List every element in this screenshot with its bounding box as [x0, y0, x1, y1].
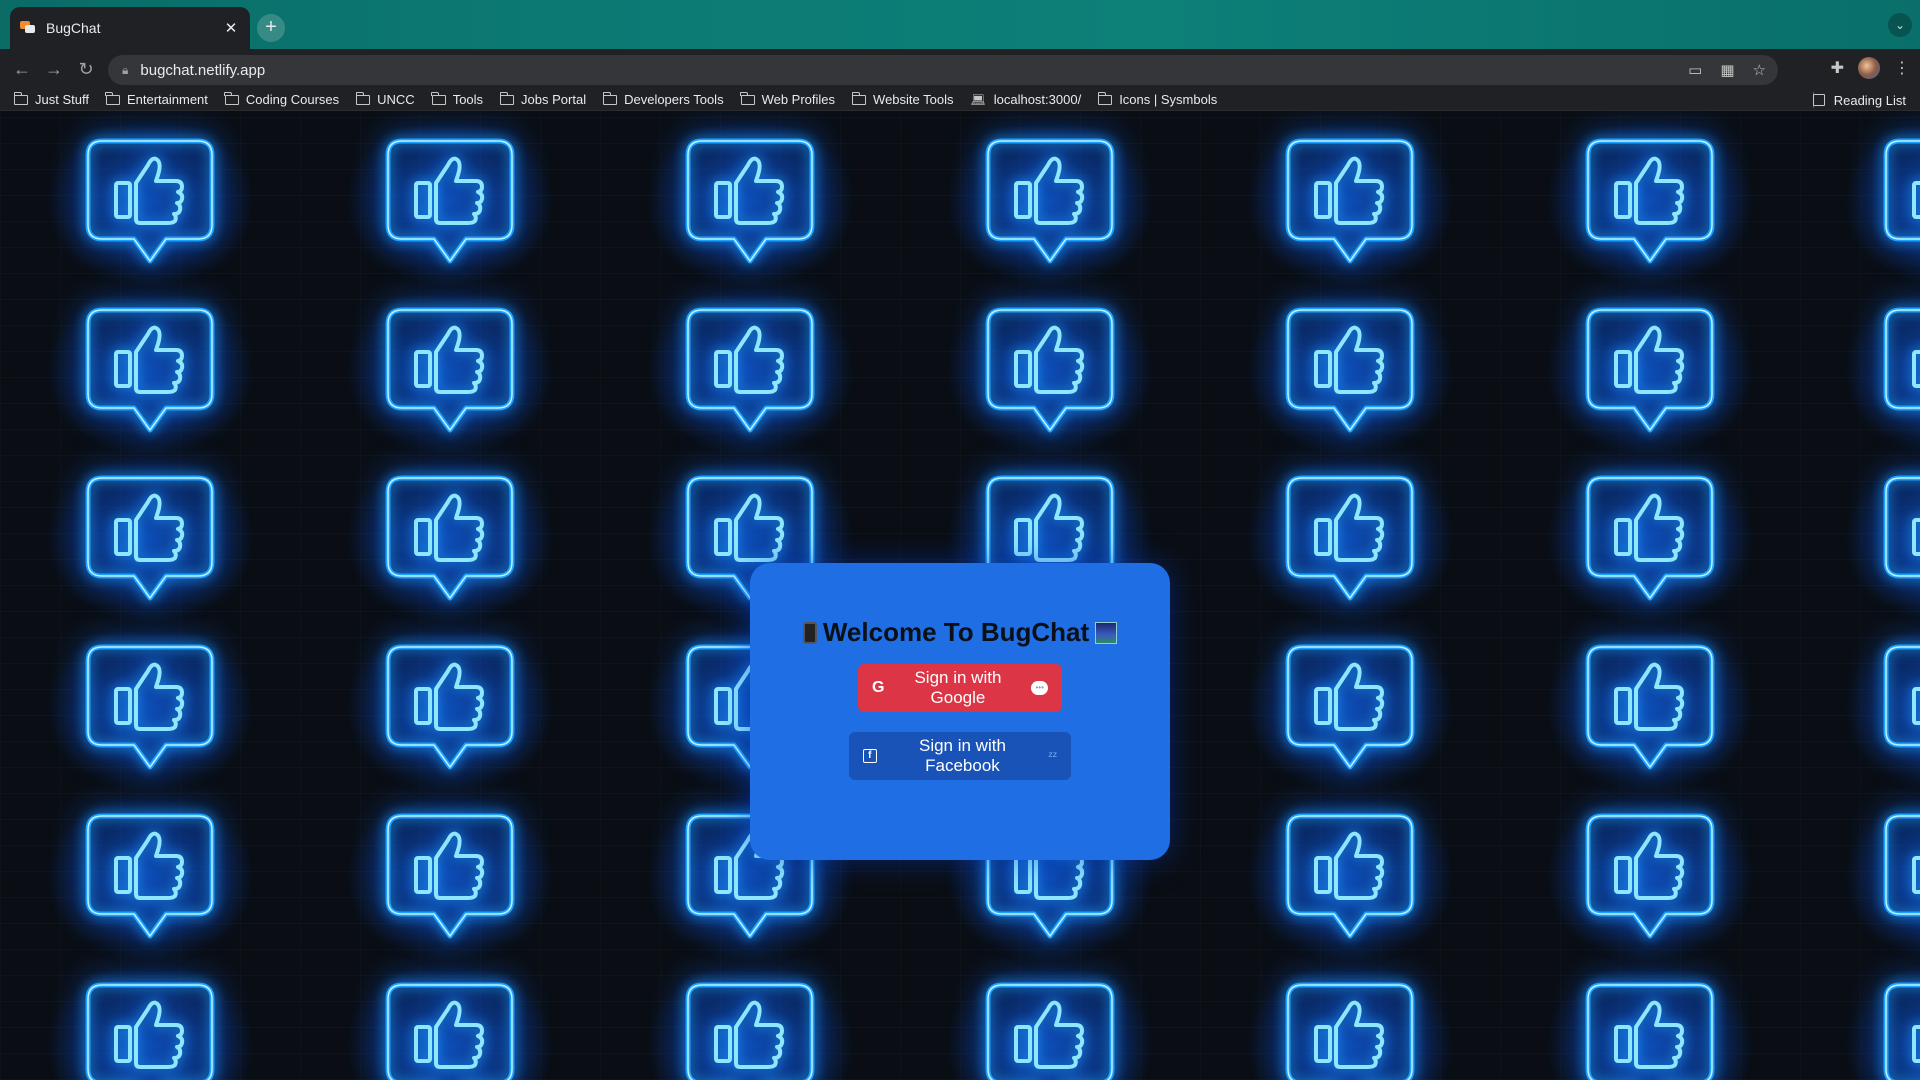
folder-icon [355, 91, 371, 105]
back-arrow-icon[interactable]: ← [10, 57, 34, 81]
page-background: Welcome To BugChat G Sign in with Google… [0, 111, 1920, 1080]
bookmark-entertainment[interactable]: Entertainment [105, 91, 208, 107]
neon-thumbs-up-icon [382, 979, 518, 1080]
lock-icon: 🔒︎ [122, 62, 129, 77]
cast-icon[interactable]: ▭ [1688, 61, 1702, 79]
folder-icon [13, 91, 28, 105]
neon-thumbs-up-icon [1282, 472, 1418, 604]
bookmark-web-profiles[interactable]: Web Profiles [740, 91, 835, 107]
extensions-puzzle-icon[interactable]: ✚ [1831, 58, 1844, 78]
folder-icon [851, 91, 867, 105]
bookmarks-bar: Just Stuff Entertainment Coding Courses … [0, 89, 1920, 111]
neon-thumbs-up-icon [382, 810, 518, 942]
neon-thumbs-up-icon [982, 979, 1118, 1080]
neon-thumbs-up-icon [82, 135, 218, 267]
neon-thumbs-up-icon [1282, 810, 1418, 942]
neon-thumbs-up-icon [82, 304, 218, 436]
neon-thumbs-up-icon [1582, 472, 1718, 604]
facebook-icon: f [863, 749, 877, 763]
login-card: Welcome To BugChat G Sign in with Google… [750, 563, 1170, 860]
neon-thumbs-up-icon [1582, 304, 1718, 436]
folder-icon [602, 91, 618, 105]
bookmark-tools[interactable]: Tools [431, 91, 483, 107]
neon-thumbs-up-icon [1880, 472, 1920, 604]
bookmark-icons-symbols[interactable]: Icons | Sysmbols [1097, 91, 1217, 107]
bookmark-uncc[interactable]: UNCC [355, 91, 415, 107]
folder-icon [224, 91, 239, 105]
neon-thumbs-up-icon [682, 304, 818, 436]
neon-thumbs-up-icon [82, 641, 218, 773]
neon-thumbs-up-icon [1880, 641, 1920, 773]
neon-thumbs-up-icon [82, 810, 218, 942]
neon-thumbs-up-icon [1582, 135, 1718, 267]
laptop-icon: 💻︎ [970, 92, 986, 107]
menu-kebab-icon[interactable]: ⋮ [1894, 58, 1910, 78]
facebook-button-label: Sign in with Facebook [918, 736, 1006, 775]
bugchat-favicon-icon [20, 21, 35, 33]
speech-bubble-icon: ••• [1031, 681, 1048, 695]
folder-icon [1097, 91, 1113, 105]
sign-in-facebook-button[interactable]: f Sign in with Facebook ᶻᶻ [849, 732, 1071, 780]
star-bookmark-icon[interactable]: ☆ [1753, 61, 1766, 79]
folder-icon [740, 91, 755, 105]
neon-thumbs-up-icon [1880, 304, 1920, 436]
neon-thumbs-up-icon [1282, 135, 1418, 267]
avatar[interactable] [1858, 57, 1880, 79]
night-city-emoji-icon [1095, 621, 1118, 644]
folder-icon [431, 91, 446, 105]
neon-thumbs-up-icon [382, 641, 518, 773]
bookmark-just-stuff[interactable]: Just Stuff [13, 91, 89, 107]
neon-thumbs-up-icon [82, 979, 218, 1080]
browser-titlebar: BugChat ✕ + ⌄ [0, 0, 1920, 49]
neon-thumbs-up-icon [982, 135, 1118, 267]
neon-thumbs-up-icon [1282, 641, 1418, 773]
reading-list-button[interactable]: Reading List [1812, 89, 1906, 111]
neon-thumbs-up-icon [1880, 810, 1920, 942]
browser-tab[interactable]: BugChat ✕ [10, 7, 250, 49]
neon-thumbs-up-icon [382, 304, 518, 436]
bookmark-website-tools[interactable]: Website Tools [851, 91, 954, 107]
reload-icon[interactable]: ↻ [74, 57, 98, 81]
neon-thumbs-up-icon [382, 135, 518, 267]
bookmark-developers-tools[interactable]: Developers Tools [602, 91, 724, 107]
neon-thumbs-up-icon [1282, 979, 1418, 1080]
neon-thumbs-up-icon [382, 472, 518, 604]
forward-arrow-icon[interactable]: → [42, 57, 66, 81]
neon-thumbs-up-icon [982, 304, 1118, 436]
neon-thumbs-up-icon [1282, 304, 1418, 436]
neon-thumbs-up-icon [1582, 641, 1718, 773]
bookmark-localhost[interactable]: 💻︎ localhost:3000/ [971, 92, 1082, 107]
page-title: Welcome To BugChat [822, 617, 1090, 647]
welcome-heading: Welcome To BugChat [802, 617, 1118, 648]
browser-toolbar: ← → ↻ 🔒︎ bugchat.netlify.app ▭ ▦ ☆ ✚ ⋮ [0, 49, 1920, 89]
bookmark-jobs-portal[interactable]: Jobs Portal [499, 91, 586, 107]
neon-thumbs-up-icon [1880, 135, 1920, 267]
neon-thumbs-up-icon [82, 472, 218, 604]
neon-thumbs-up-icon [1880, 979, 1920, 1080]
neon-thumbs-up-icon [1582, 979, 1718, 1080]
folder-icon [105, 91, 120, 105]
neon-thumbs-up-icon [1582, 810, 1718, 942]
neon-thumbs-up-icon [682, 135, 818, 267]
url-text: bugchat.netlify.app [140, 61, 266, 79]
zzz-icon: ᶻᶻ [1048, 749, 1057, 763]
phone-emoji-icon [802, 621, 817, 644]
sign-in-google-button[interactable]: G Sign in with Google ••• [858, 664, 1062, 712]
tab-title: BugChat [46, 20, 101, 36]
google-icon: G [872, 679, 885, 696]
close-icon[interactable]: ✕ [222, 19, 240, 37]
google-button-label: Sign in with Google [914, 668, 1002, 707]
qr-code-icon[interactable]: ▦ [1720, 61, 1734, 79]
tab-search-icon[interactable]: ⌄ [1888, 13, 1912, 37]
address-bar[interactable]: 🔒︎ bugchat.netlify.app ▭ ▦ ☆ [108, 55, 1778, 85]
reading-list-icon [1812, 94, 1825, 106]
neon-thumbs-up-icon [682, 979, 818, 1080]
new-tab-icon[interactable]: + [257, 14, 285, 42]
folder-icon [499, 91, 515, 105]
bookmark-coding-courses[interactable]: Coding Courses [224, 91, 339, 107]
